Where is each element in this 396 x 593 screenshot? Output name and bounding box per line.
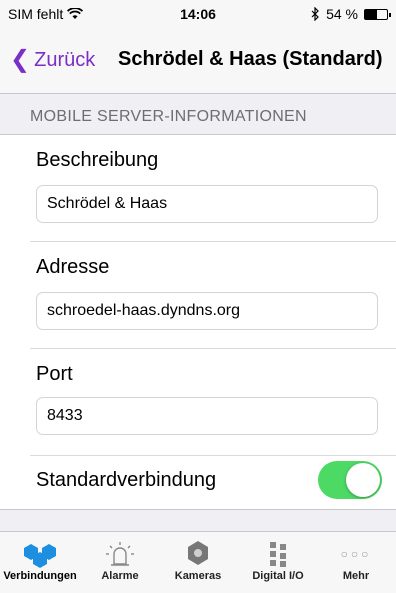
server-info-form: Beschreibung Adresse Port Standardverbin… xyxy=(0,134,396,510)
tab-label: Alarme xyxy=(101,570,139,582)
back-button[interactable]: ❮ Zurück xyxy=(10,48,95,72)
description-input[interactable] xyxy=(36,185,378,223)
tab-label: Mehr xyxy=(342,570,370,582)
default-connection-toggle[interactable] xyxy=(318,461,382,499)
battery-percent: 54 % xyxy=(326,6,358,22)
chevron-left-icon: ❮ xyxy=(10,46,31,73)
battery-info: 54 % xyxy=(311,6,391,22)
battery-icon xyxy=(364,8,391,20)
default-connection-label: Standardverbindung xyxy=(36,469,217,491)
camera-icon xyxy=(158,538,238,570)
battery-level xyxy=(365,9,377,19)
tab-label: Verbindungen xyxy=(3,570,77,582)
divider xyxy=(30,241,396,242)
status-bar: SIM fehlt 14:06 54 % xyxy=(0,0,396,28)
tab-label: Kameras xyxy=(174,570,222,582)
tab-digital-io[interactable]: Digital I/O xyxy=(238,538,318,582)
tab-verbindungen[interactable]: Verbindungen xyxy=(0,538,80,582)
connections-icon xyxy=(0,538,80,570)
navigation-bar: ❮ Zurück Schrödel & Haas (Standard) xyxy=(0,28,396,94)
bluetooth-icon xyxy=(311,7,319,21)
tab-bar: Verbindungen Alarme Kameras Digital I/O … xyxy=(0,531,396,593)
port-label: Port xyxy=(36,363,73,385)
page-title: Schrödel & Haas (Standard) xyxy=(118,48,383,70)
more-icon: ○○○ xyxy=(340,547,372,561)
toggle-knob xyxy=(346,463,380,497)
digital-io-icon xyxy=(238,538,318,570)
divider xyxy=(30,348,396,349)
tab-label: Digital I/O xyxy=(252,570,304,582)
port-input[interactable] xyxy=(36,397,378,435)
tab-kameras[interactable]: Kameras xyxy=(158,538,238,582)
address-input[interactable] xyxy=(36,292,378,330)
tab-mehr[interactable]: ○○○ Mehr xyxy=(316,538,396,582)
alarm-icon xyxy=(80,538,160,570)
description-label: Beschreibung xyxy=(36,149,159,171)
section-header: MOBILE SERVER-INFORMATIONEN xyxy=(30,108,307,125)
divider xyxy=(30,455,396,456)
address-label: Adresse xyxy=(36,256,110,278)
back-label: Zurück xyxy=(34,48,96,71)
tab-alarme[interactable]: Alarme xyxy=(80,538,160,582)
